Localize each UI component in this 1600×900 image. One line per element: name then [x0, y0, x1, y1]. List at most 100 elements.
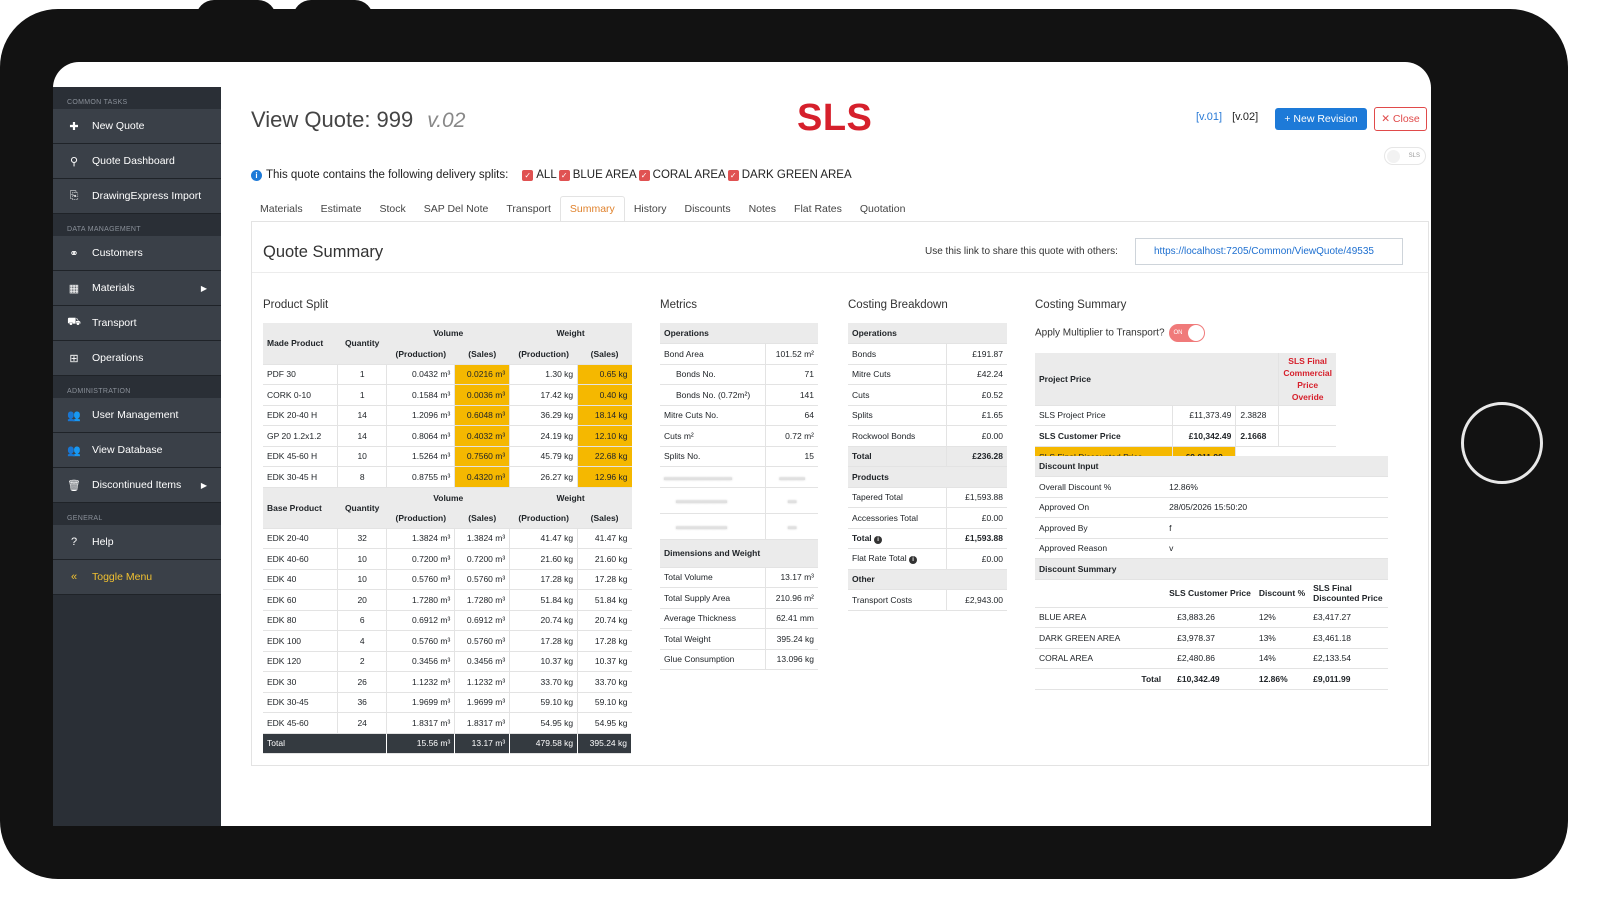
sidebar-item-customers[interactable]: ⚭ Customers	[53, 236, 221, 271]
product-name: EDK 80	[267, 615, 297, 626]
blurred-row: ▬▬▬▬▬▬ ▬	[660, 513, 818, 539]
tab-summary[interactable]: Summary	[559, 196, 625, 222]
column-header: Volume	[433, 328, 464, 339]
table-row: Total Weight 395.24 kg	[660, 628, 818, 649]
sidebar-item-operations[interactable]: ⊞ Operations	[53, 341, 221, 376]
metrics-table: Operations Bond Area 101.52 m² Bonds No. 71…	[660, 323, 818, 670]
split-label: BLUE AREA	[572, 169, 637, 181]
tab-estimate[interactable]: Estimate	[312, 196, 371, 222]
table-cell: 1.3824 m³	[386, 528, 455, 549]
share-label: Use this link to share this quote with o…	[925, 246, 1118, 257]
column-header: (Sales)	[468, 512, 497, 523]
sidebar-item-new-quote[interactable]: ✚ New Quote	[53, 109, 221, 144]
home-button[interactable]	[1461, 402, 1543, 484]
area-name: DARK GREEN AREA	[1039, 632, 1121, 643]
table-cell: 0.7200 m³	[386, 548, 455, 569]
row-label: Cuts	[852, 389, 870, 400]
table-cell: 0.0216 m³	[454, 364, 510, 385]
table-cell: 26.27 kg	[509, 466, 578, 487]
product-name: EDK 30	[267, 676, 297, 687]
sidebar-section-label: ADMINISTRATION	[67, 388, 131, 395]
table-cell: 8	[337, 466, 387, 487]
row-multiplier: 2.3828	[1235, 405, 1279, 426]
sidebar-item-discontinued[interactable]: 🗑 Discontinued Items ▶	[53, 468, 221, 503]
section-header: Other	[852, 574, 875, 585]
new-revision-button[interactable]: + New Revision	[1275, 108, 1367, 130]
tab-history[interactable]: History	[625, 196, 676, 222]
table-row: PDF 30 1 0.0432 m³ 0.0216 m³ 1.30 kg 0.65 kg	[263, 364, 632, 385]
row-value: v	[1169, 543, 1174, 554]
table-row: Approved Reason v	[1035, 538, 1388, 559]
table-cell: 41.47 kg	[509, 528, 578, 549]
table-cell: 0.5760 m³	[386, 630, 455, 651]
table-cell: 1.7280 m³	[386, 589, 455, 610]
table-cell: 0.6048 m³	[454, 405, 510, 426]
table-cell: 20	[337, 589, 387, 610]
checkbox-icon[interactable]: ✓	[727, 169, 739, 181]
table-row: GP 20 1.2x1.2 14 0.8064 m³ 0.4032 m³ 24.19 k…	[263, 425, 632, 446]
version-link-v01[interactable]: [v.01]	[1196, 111, 1222, 123]
tab-notes[interactable]: Notes	[740, 196, 785, 222]
checkbox-icon[interactable]: ✓	[638, 169, 650, 181]
sidebar-item-materials[interactable]: ▦ Materials ▶	[53, 271, 221, 306]
sidebar-item-quote-dashboard[interactable]: ⚲ Quote Dashboard	[53, 144, 221, 179]
version-link-v02[interactable]: [v.02]	[1232, 111, 1258, 123]
table-cell: £3,978.37	[1177, 632, 1215, 643]
tab-discounts[interactable]: Discounts	[675, 196, 739, 222]
table-row: Mitre Cuts £42.24	[848, 364, 1007, 385]
info-icon[interactable]: i	[874, 535, 883, 544]
sls-toggle[interactable]: SLS	[1384, 147, 1426, 165]
tab-sap-del-note[interactable]: SAP Del Note	[415, 196, 498, 222]
total-cell: 12.86%	[1258, 673, 1288, 684]
tab-materials[interactable]: Materials	[251, 196, 312, 222]
info-icon[interactable]: i	[909, 556, 918, 565]
share-url-input[interactable]: https://localhost:7205/Common/ViewQuote/…	[1135, 238, 1403, 265]
section-header: Dimensions and Weight	[664, 548, 761, 558]
tab-quotation[interactable]: Quotation	[851, 196, 915, 222]
row-label: Cuts m²	[664, 430, 694, 441]
sidebar-item-view-database[interactable]: 👥 View Database	[53, 433, 221, 468]
tab-flat-rates[interactable]: Flat Rates	[785, 196, 851, 222]
sidebar-item-help[interactable]: ? Help	[53, 525, 221, 560]
table-row: Bonds No. (0.72m²) 141	[660, 384, 818, 405]
table-cell: 1.1232 m³	[386, 671, 455, 692]
chevron-right-icon: ▶	[200, 480, 207, 490]
row-label: SLS Customer Price	[1039, 430, 1121, 441]
section-header: Operations	[852, 328, 897, 338]
project-price-table: Project Price SLS Final Commercial Price…	[1035, 353, 1336, 467]
truck-icon: ⛟	[67, 316, 81, 328]
summary-panel: Quote Summary Use this link to share thi…	[251, 221, 1429, 766]
section-header: Discount Summary	[1039, 563, 1117, 574]
tab-transport[interactable]: Transport	[497, 196, 560, 222]
sidebar-item-transport[interactable]: ⛟ Transport	[53, 306, 221, 341]
table-cell: 10.37 kg	[577, 651, 632, 672]
table-cell: £3,417.27	[1313, 612, 1351, 623]
close-button[interactable]: ✕ Close	[1374, 107, 1427, 131]
table-cell: 41.47 kg	[577, 528, 632, 549]
metrics-dimension-rows: Total Volume 13.17 m³ Total Supply Area 210…	[660, 567, 818, 670]
override-cell[interactable]	[1278, 425, 1336, 446]
apply-multiplier-row: Apply Multiplier to Transport? ON	[1035, 324, 1205, 342]
sidebar-item-user-management[interactable]: 👥 User Management	[53, 398, 221, 433]
apply-multiplier-toggle[interactable]: ON	[1168, 324, 1205, 342]
table-cell: 0.8064 m³	[386, 425, 455, 446]
table-cell: £3,883.26	[1177, 612, 1215, 623]
table-cell: 32	[337, 528, 387, 549]
tab-stock[interactable]: Stock	[370, 196, 414, 222]
checkbox-icon[interactable]: ✓	[522, 169, 534, 181]
table-cell: 51.84 kg	[509, 589, 578, 610]
table-cell: 10.37 kg	[509, 651, 578, 672]
sidebar-item-drawingexpress[interactable]: ⎘ DrawingExpress Import	[53, 179, 221, 214]
row-value: 15	[765, 446, 818, 467]
table-cell: 1	[337, 364, 387, 385]
checkbox-icon[interactable]: ✓	[558, 169, 570, 181]
table-row: BLUE AREA £3,883.26 12% £3,417.27	[1035, 607, 1388, 628]
override-cell[interactable]	[1278, 405, 1336, 426]
total-cell: 13.17 m³	[454, 733, 511, 754]
sidebar: COMMON TASKS ✚ New Quote ⚲ Quote Dashboard…	[53, 87, 221, 826]
product-name: EDK 45-60	[267, 717, 309, 728]
sidebar-item-toggle-menu[interactable]: « Toggle Menu	[53, 560, 221, 595]
table-cell: 17.28 kg	[509, 569, 578, 590]
row-value: £0.00	[945, 425, 1007, 446]
table-cell: 10	[337, 446, 387, 467]
